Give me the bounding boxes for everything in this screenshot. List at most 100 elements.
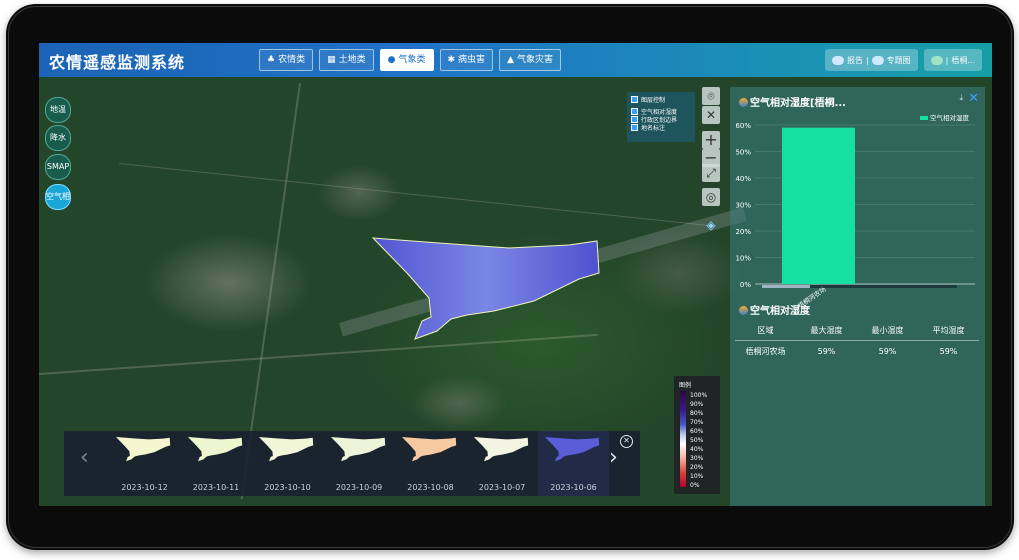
table-header-row: 区域 最大湿度 最小湿度 平均湿度 [735, 320, 979, 341]
humidity-icon [739, 306, 748, 315]
legend-label: 40% [690, 446, 704, 453]
region-thumbnail [473, 437, 528, 462]
device-frame: 农情遥感监测系统 ♣ 农情类 ▦ 土地类 ● 气象类 ✱ 病虫害 ▲ 气象灾害 报告 | … [6, 4, 1014, 550]
timeline-date: 2023-10-09 [335, 483, 383, 492]
report-icon [831, 55, 844, 65]
region-thumbnail [187, 437, 242, 462]
fullscreen-icon[interactable]: ⤢ [702, 164, 720, 182]
tab-label: 农情类 [278, 55, 306, 65]
thumbnail-shape [473, 437, 528, 462]
timeline-date: 2023-10-10 [264, 483, 311, 492]
user-button[interactable]: | 梧桐... [923, 49, 982, 71]
layer-button-label: 地温 [50, 105, 66, 114]
tab-pest[interactable]: ✱ 病虫害 [439, 49, 494, 71]
download-icon[interactable]: ⤓ [959, 93, 963, 103]
checkbox-icon[interactable] [631, 123, 638, 131]
layer-button-smap[interactable]: SMAP [45, 154, 71, 180]
legend-swatch [920, 116, 928, 120]
timeline-date: 2023-10-12 [121, 483, 168, 492]
tab-crop[interactable]: ♣ 农情类 [259, 49, 314, 71]
report-button[interactable]: 报告 [847, 55, 863, 66]
humidity-bar-chart: 0%10%20%30%40%50%60%梧桐河农场空气相对湿度 [735, 113, 975, 307]
weather-icon [930, 55, 943, 65]
layer-button-label: 降水 [50, 133, 66, 142]
y-tick-label: 30% [735, 202, 751, 210]
timeline-date: 2023-10-08 [407, 483, 454, 492]
region-thumbnail [401, 437, 457, 462]
layer-button-precip[interactable]: 降水 [45, 125, 71, 151]
user-label: 梧桐... [951, 55, 975, 65]
chart-scrollbar[interactable] [762, 285, 957, 288]
next-arrow-icon[interactable]: › [609, 445, 618, 470]
table-title-text: 空气相对湿度 [750, 306, 810, 317]
tab-label: 气象类 [398, 55, 426, 65]
humidity-table: 区域 最大湿度 最小湿度 平均湿度 梧桐河农场 59% 59% 59% [735, 320, 979, 361]
timeline-thumb[interactable]: 2023-10-09 [324, 431, 395, 496]
table-cell: 59% [939, 346, 958, 356]
timeline-thumb[interactable]: 2023-10-11 [181, 431, 252, 496]
timeline-thumb[interactable]: 2023-10-10 [252, 431, 323, 496]
table-header-cell: 最小湿度 [871, 325, 904, 335]
y-tick-label: 0% [740, 281, 751, 289]
legend-label: 空气相对湿度 [930, 113, 970, 122]
thumbnail-shape [544, 437, 600, 462]
bar [782, 127, 855, 285]
legend-label: 20% [690, 464, 704, 471]
checkbox-icon[interactable] [631, 115, 638, 123]
layer-button-air-humidity[interactable]: 空气相 [45, 184, 71, 210]
table-cell: 59% [817, 346, 836, 356]
region-thumbnail [115, 437, 171, 462]
timeline-thumb[interactable]: 2023-10-08 [395, 431, 466, 496]
layer-button-label: SMAP [46, 162, 70, 171]
app-title: 农情遥感监测系统 [49, 53, 186, 72]
topic-map-icon [871, 55, 884, 65]
tools-icon[interactable]: ✕ [702, 106, 720, 124]
region-thumbnail [544, 437, 600, 462]
timeline-thumb[interactable]: 2023-10-06 [538, 431, 609, 496]
timeline-thumb[interactable]: 2023-10-07 [467, 431, 538, 496]
checkbox-icon[interactable] [631, 95, 638, 103]
tab-label: 气象灾害 [516, 55, 553, 65]
layers-icon[interactable]: ◈ [702, 216, 720, 234]
thumbnail-shape [330, 437, 385, 462]
table-row[interactable]: 梧桐河农场 59% 59% 59% [735, 341, 979, 361]
category-tabs: ♣ 农情类 ▦ 土地类 ● 气象类 ✱ 病虫害 ▲ 气象灾害 [259, 49, 561, 71]
close-icon[interactable]: ✕ [620, 435, 633, 448]
app-screen: 农情遥感监测系统 ♣ 农情类 ▦ 土地类 ● 气象类 ✱ 病虫害 ▲ 气象灾害 报告 | … [39, 43, 992, 506]
report-topic-group: 报告 | 专题图 [824, 49, 918, 71]
divider: | [945, 55, 949, 65]
drop-icon: ● [387, 55, 396, 65]
timeline-date: 2023-10-11 [192, 483, 240, 492]
table-cell: 59% [878, 346, 897, 356]
zoom-in-icon[interactable]: + [702, 131, 720, 149]
y-tick-label: 40% [735, 175, 751, 183]
timeline-thumb[interactable]: 2023-10-12 [109, 431, 180, 496]
legend-gradient [680, 391, 686, 487]
thumbnail-shape [115, 437, 171, 462]
layer-button-label: 空气相 [46, 192, 70, 201]
checkbox-icon[interactable] [631, 107, 638, 115]
prev-arrow-icon[interactable]: ‹ [80, 445, 89, 470]
layer-control-header[interactable]: 图层控制 [631, 95, 691, 104]
y-tick-label: 50% [735, 149, 751, 157]
region-boundary[interactable] [371, 237, 600, 340]
layer-button-soil-temp[interactable]: 地温 [45, 97, 71, 123]
header-actions: 报告 | 专题图 | 梧桐... [824, 49, 982, 71]
legend-label: 50% [690, 437, 704, 444]
legend-label: 100% [690, 392, 708, 399]
locate-pin-icon[interactable]: ⌾ [702, 87, 720, 105]
layer-control-title: 图层控制 [641, 96, 666, 104]
legend-label: 30% [690, 455, 704, 462]
tab-weather[interactable]: ● 气象类 [379, 49, 434, 71]
topic-map-button[interactable]: 专题图 [887, 55, 911, 66]
layer-item-placenames[interactable]: 地名标注 [631, 123, 691, 132]
tab-disaster[interactable]: ▲ 气象灾害 [499, 49, 561, 71]
chart-scroll-thumb[interactable] [762, 285, 810, 288]
legend-label: 90% [690, 401, 704, 408]
recenter-icon[interactable]: ◎ [702, 188, 720, 206]
region-thumbnail [258, 437, 314, 462]
panel-close-icon[interactable]: ✕ [968, 91, 979, 106]
divider: | [865, 55, 869, 65]
tab-land[interactable]: ▦ 土地类 [319, 49, 374, 71]
land-icon: ▦ [327, 55, 336, 65]
